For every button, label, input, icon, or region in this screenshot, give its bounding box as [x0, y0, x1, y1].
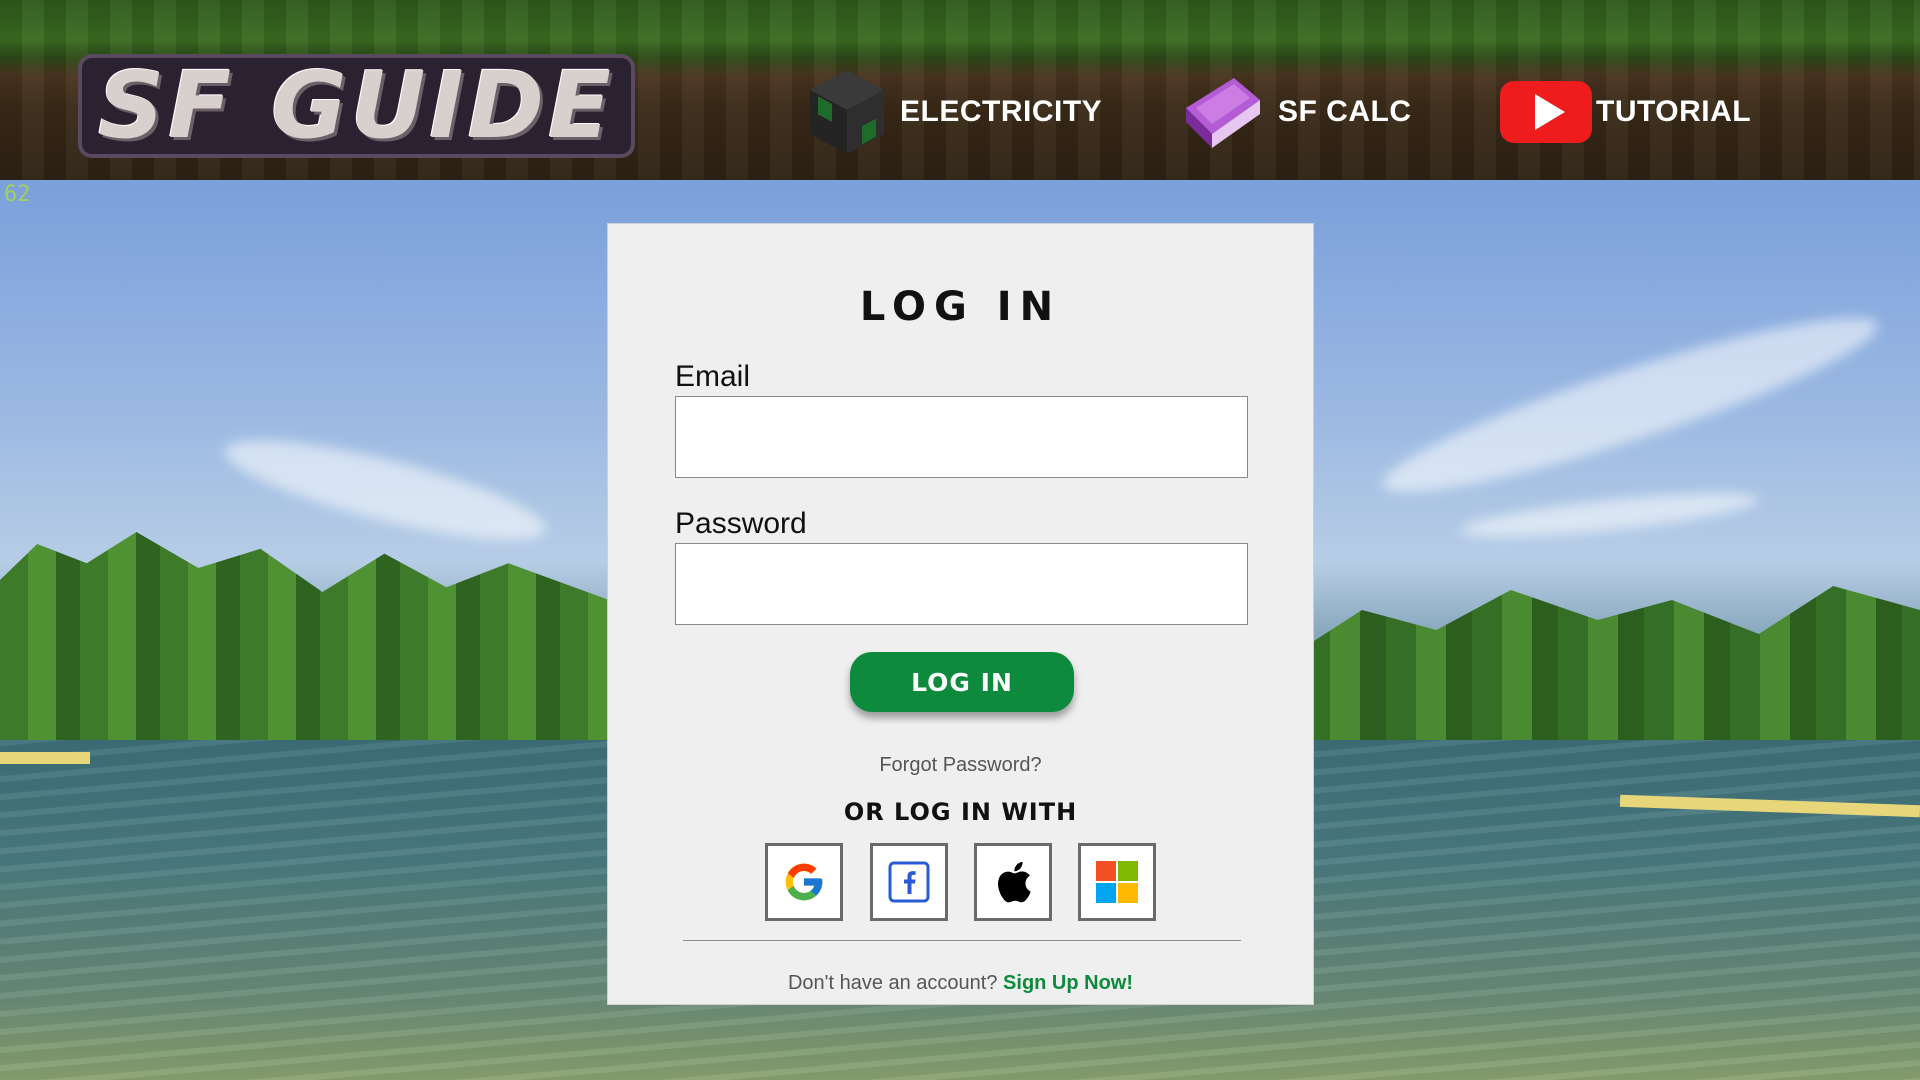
sand-strip [0, 752, 90, 764]
nav-label: ELECTRICITY [900, 95, 1103, 128]
password-label: Password [675, 507, 807, 540]
or-login-with-heading: OR LOG IN WITH [843, 798, 1078, 826]
email-field[interactable] [675, 396, 1248, 478]
nav-label: SF CALC [1278, 95, 1412, 128]
password-field[interactable] [675, 543, 1248, 625]
sf-guide-logo[interactable]: SF GUIDE [82, 54, 654, 158]
nav-item-sf-calc[interactable]: SF CALC [1176, 64, 1412, 160]
login-button[interactable]: LOG IN [850, 652, 1074, 712]
enchanted-book-icon [1176, 70, 1268, 154]
apple-login-button[interactable] [974, 843, 1052, 921]
signup-row: Don't have an account? Sign Up Now! [608, 972, 1313, 995]
nav-item-tutorial[interactable]: TUTORIAL [1500, 64, 1751, 160]
login-card: LOG IN Email Password LOG IN Forgot Pass… [607, 223, 1314, 1005]
email-label: Email [675, 360, 751, 393]
microsoft-login-button[interactable] [1078, 843, 1156, 921]
signup-link[interactable]: Sign Up Now! [1003, 972, 1133, 994]
nav-label: TUTORIAL [1596, 95, 1752, 128]
youtube-icon [1500, 81, 1592, 143]
microsoft-icon [1096, 861, 1138, 903]
google-login-button[interactable] [765, 843, 843, 921]
login-title: LOG IN [859, 284, 1062, 330]
logo-block: SF GUIDE [82, 58, 631, 154]
site-header: SF GUIDE ELECTRICITY SF CALC TUTORIAL [0, 0, 1920, 180]
logo-text: SF GUIDE [98, 52, 615, 159]
machine-block-icon [806, 68, 888, 156]
signup-prompt: Don't have an account? [787, 972, 998, 994]
cloud [217, 420, 553, 560]
cloud [1459, 484, 1761, 546]
facebook-icon [888, 861, 930, 903]
google-icon [785, 863, 823, 901]
facebook-login-button[interactable] [870, 843, 948, 921]
divider [683, 940, 1241, 941]
cloud [1371, 291, 1889, 519]
tree-line-left [0, 532, 620, 760]
nav-item-electricity[interactable]: ELECTRICITY [806, 64, 1102, 160]
apple-icon [998, 861, 1031, 903]
fps-counter: 62 [4, 182, 31, 207]
play-icon [1535, 94, 1565, 130]
forgot-password-link[interactable]: Forgot Password? [608, 754, 1313, 777]
